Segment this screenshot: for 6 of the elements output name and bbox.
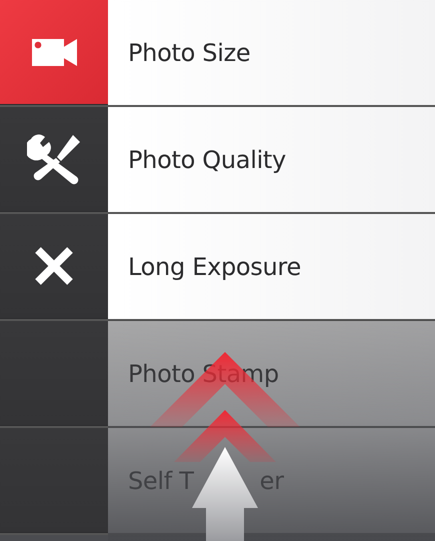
menu-item[interactable]: Photo Size — [108, 0, 435, 105]
menu-item-label: Photo Quality — [128, 146, 286, 174]
menu-item[interactable]: Photo Quality — [108, 107, 435, 212]
menu-item[interactable]: Long Exposure — [108, 214, 435, 319]
menu-item-label: Photo Size — [128, 38, 250, 66]
menu-item-label: Long Exposure — [128, 252, 301, 280]
